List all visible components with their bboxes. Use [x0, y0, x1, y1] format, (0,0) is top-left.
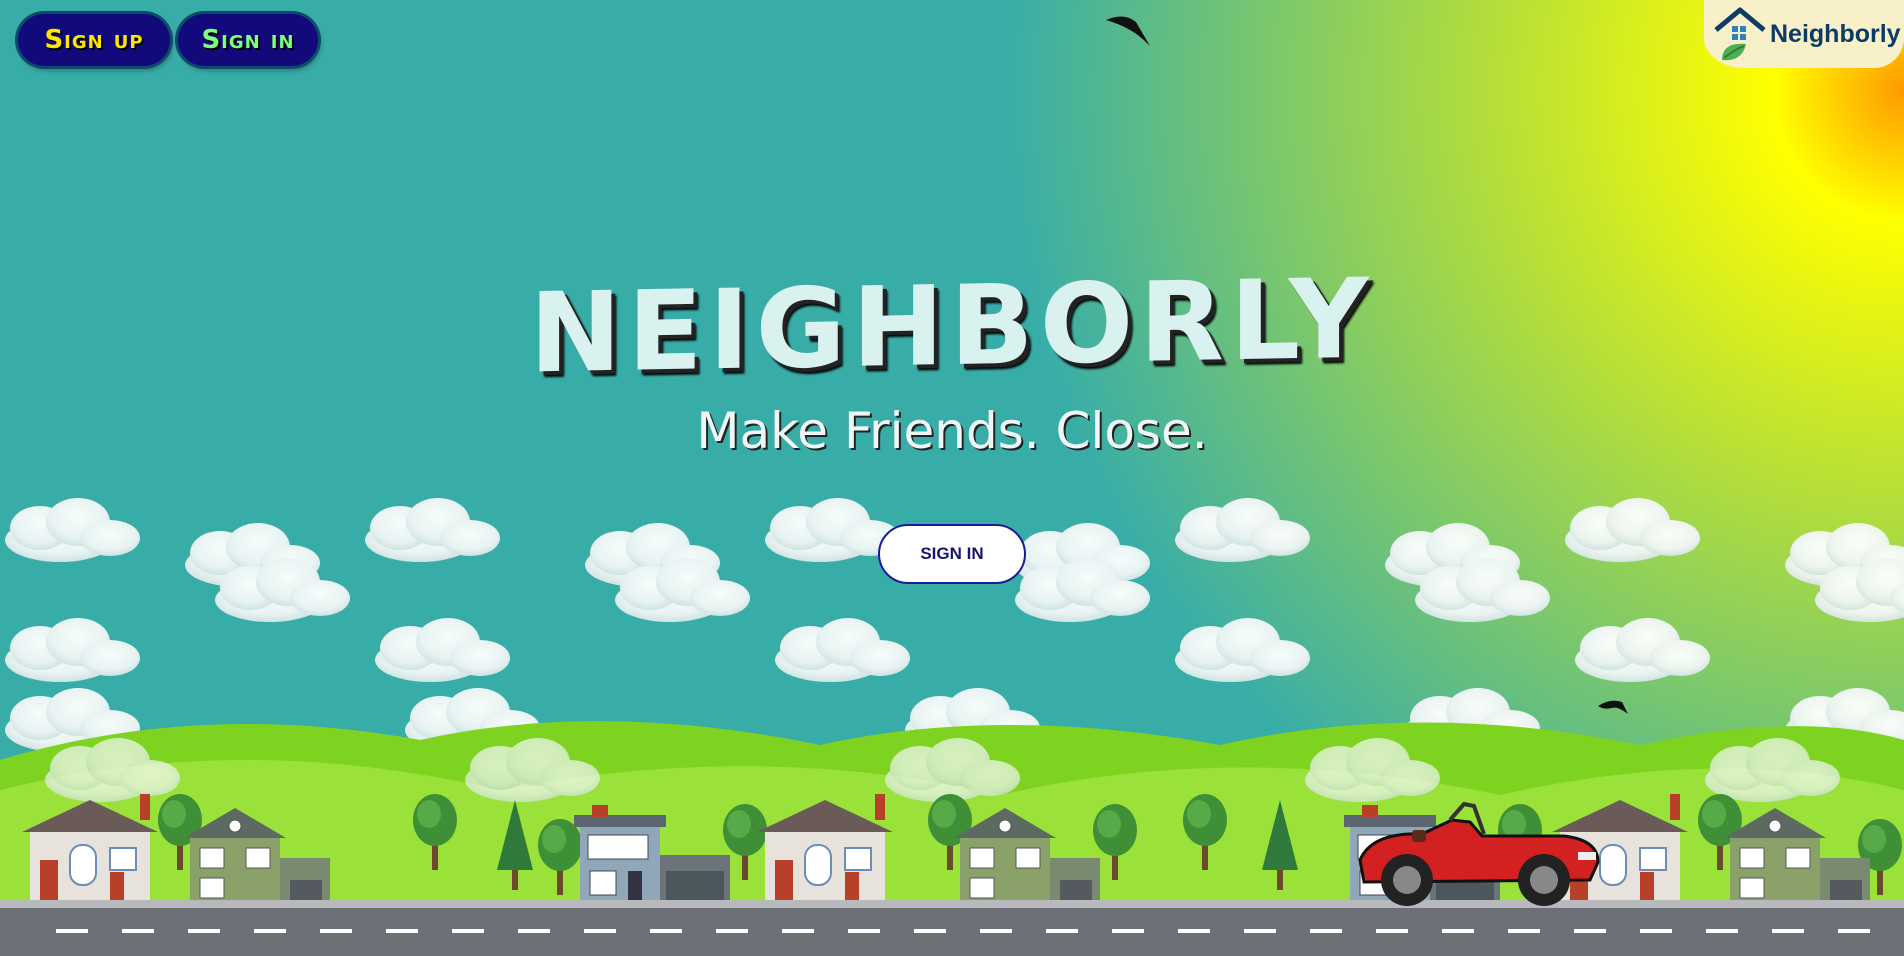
bird-icon — [1106, 16, 1150, 46]
logo-text: Neighborly — [1770, 19, 1901, 48]
red-car — [1358, 801, 1600, 906]
neighborhood-scene — [0, 498, 1904, 956]
tagline: Make Friends. Close. — [696, 402, 1208, 460]
sign-up-button[interactable]: Sign up — [18, 14, 170, 66]
logo[interactable]: Neighborly — [1704, 0, 1904, 68]
house-leaf-icon — [1714, 7, 1766, 61]
hero-sign-in-button[interactable]: SIGN IN — [878, 524, 1026, 584]
bird-icon — [1598, 700, 1628, 714]
sign-in-button[interactable]: Sign in — [178, 14, 318, 66]
